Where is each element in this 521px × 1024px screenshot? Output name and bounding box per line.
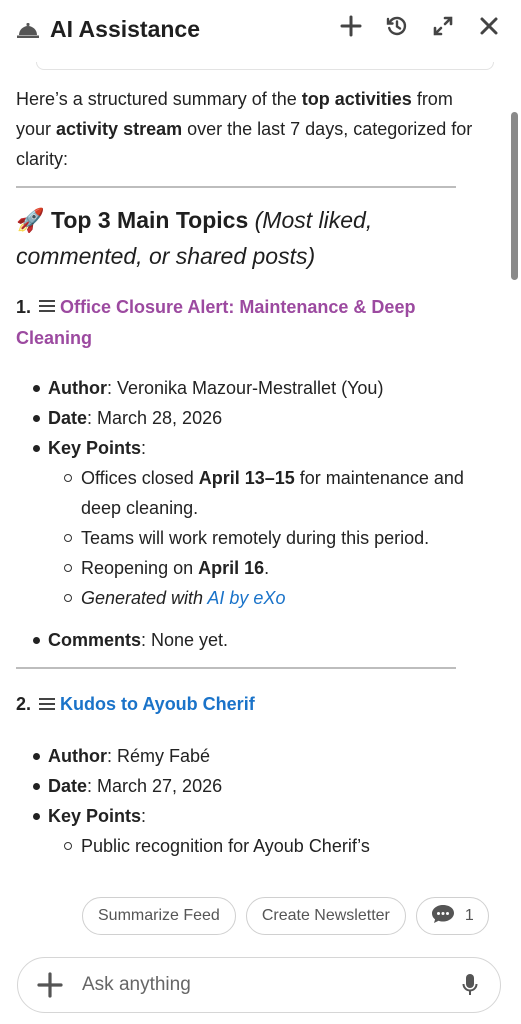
text: . xyxy=(264,558,270,579)
comment-count: 1 xyxy=(464,907,474,924)
summarize-feed-button[interactable]: Summarize Feed xyxy=(82,897,236,935)
scrollbar-thumb[interactable] xyxy=(511,112,518,280)
text: Offices closed xyxy=(81,468,199,489)
topic-number: 1. xyxy=(16,297,32,317)
close-icon[interactable] xyxy=(475,12,503,40)
section-title-strong: Top 3 Main Topics xyxy=(51,207,249,233)
divider xyxy=(16,186,456,188)
topic-number: 2. xyxy=(16,694,32,715)
expand-icon[interactable] xyxy=(429,12,457,40)
field-label: Author xyxy=(48,378,107,399)
list-item: Key Points: Offices closed April 13–15 f… xyxy=(32,433,489,625)
field-value: : xyxy=(141,438,147,459)
list-item: Date: March 27, 2026 xyxy=(32,771,489,801)
add-attachment-icon[interactable] xyxy=(36,971,64,999)
section-title: 🚀 Top 3 Main Topics (Most liked, comment… xyxy=(16,202,489,274)
list-item: Key Points: Public recognition for Ayoub… xyxy=(32,801,489,861)
intro-part: Here’s a structured summary of the xyxy=(16,89,302,109)
topic-details: Author: Veronika Mazour-Mestrallet (You)… xyxy=(32,373,489,655)
divider xyxy=(16,667,456,670)
key-points-list: Public recognition for Ayoub Cherif’s xyxy=(62,831,489,861)
field-label: Author xyxy=(48,745,107,766)
panel-title: AI Assistance xyxy=(50,15,200,42)
previous-message-edge xyxy=(36,62,494,70)
intro-bold: top activities xyxy=(301,89,412,109)
text: Generated with xyxy=(81,588,208,609)
ask-input[interactable] xyxy=(82,974,458,996)
topic-link[interactable]: Kudos to Ayoub Cherif xyxy=(60,694,255,714)
rocket-icon: 🚀 xyxy=(16,207,45,233)
microphone-icon[interactable] xyxy=(458,971,482,999)
plus-icon[interactable] xyxy=(337,12,365,40)
chat-input-bar xyxy=(17,957,501,1013)
field-value: : Veronika Mazour-Mestrallet (You) xyxy=(106,378,384,399)
text: Reopening on xyxy=(81,558,199,579)
suggestion-chips: Summarize Feed Create Newsletter 1 xyxy=(82,897,489,935)
field-value: : Rémy Fabé xyxy=(106,745,211,766)
field-label: Key Points xyxy=(48,438,142,459)
sub-list-item: Reopening on April 16. xyxy=(62,553,489,583)
bell-logo-icon xyxy=(16,19,40,39)
text-bold: April 16 xyxy=(198,558,265,579)
comment-bubble-icon xyxy=(431,904,455,929)
list-item: Date: March 28, 2026 xyxy=(32,403,489,433)
field-value: : March 28, 2026 xyxy=(87,408,223,429)
topic-heading: 2. Kudos to Ayoub Cherif xyxy=(16,689,489,720)
create-newsletter-button[interactable]: Create Newsletter xyxy=(245,897,406,935)
menu-lines-icon xyxy=(38,691,56,721)
field-label: Comments xyxy=(48,630,142,651)
ai-link[interactable]: AI by eXo xyxy=(207,588,285,608)
field-label: Key Points xyxy=(48,805,142,826)
list-item: Author: Rémy Fabé xyxy=(32,741,489,771)
field-value: : March 27, 2026 xyxy=(87,775,223,796)
field-value: : None yet. xyxy=(141,630,229,651)
sub-list-item: Public recognition for Ayoub Cherif’s xyxy=(62,831,489,861)
field-value: : xyxy=(141,805,147,826)
list-item: Author: Veronika Mazour-Mestrallet (You) xyxy=(32,373,489,403)
field-label: Date xyxy=(48,775,88,796)
assistant-response: Here’s a structured summary of the top a… xyxy=(0,70,505,900)
topic-link[interactable]: Office Closure Alert: Maintenance & Deep… xyxy=(16,297,415,348)
menu-lines-icon xyxy=(38,293,56,323)
text-bold: April 13–15 xyxy=(198,468,295,489)
topic-details: Author: Rémy Fabé Date: March 27, 2026 K… xyxy=(32,741,489,861)
field-label: Date xyxy=(48,408,88,429)
topic-heading: 1. Office Closure Alert: Maintenance & D… xyxy=(16,292,489,353)
sub-list-item: Generated with AI by eXo xyxy=(62,583,489,613)
intro-bold: activity stream xyxy=(56,119,183,139)
panel-header: AI Assistance xyxy=(0,0,521,58)
sub-list-item: Offices closed April 13–15 for maintenan… xyxy=(62,463,489,523)
header-actions xyxy=(337,12,503,40)
key-points-list: Offices closed April 13–15 for maintenan… xyxy=(62,463,489,613)
sub-list-item: Teams will work remotely during this per… xyxy=(62,523,489,553)
list-item: Comments: None yet. xyxy=(32,625,489,655)
intro-text: Here’s a structured summary of the top a… xyxy=(16,84,489,174)
history-icon[interactable] xyxy=(383,12,411,40)
comments-button[interactable]: 1 xyxy=(415,897,489,935)
